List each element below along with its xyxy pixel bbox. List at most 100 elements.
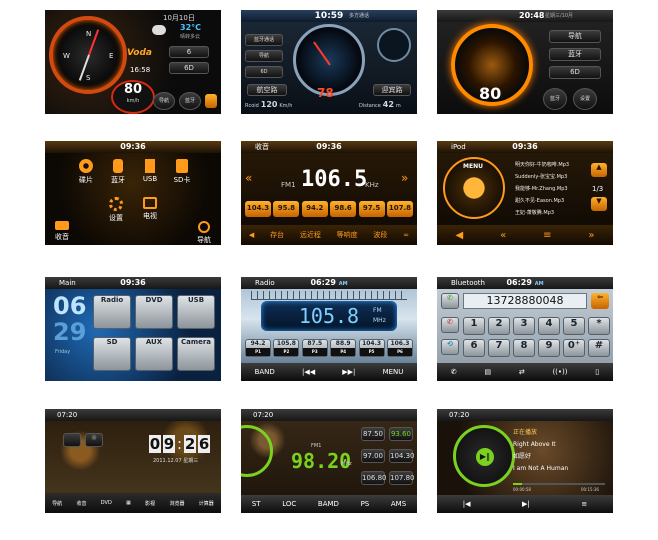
prev-icon[interactable]: |◀◀ — [302, 368, 315, 376]
preset-3[interactable]: 87.5 P3 — [301, 339, 328, 357]
side-btn-3[interactable]: 6D — [245, 66, 283, 78]
key-4[interactable]: 4 — [538, 317, 560, 335]
loc-button[interactable]: LOC — [282, 500, 296, 508]
list-item[interactable]: I am Not A Human — [513, 463, 605, 475]
key-8[interactable]: 8 — [513, 339, 535, 357]
phone-icon[interactable]: ✆ — [451, 368, 457, 376]
app-aux[interactable]: AUX — [135, 337, 173, 371]
click-wheel[interactable]: MENU — [443, 157, 505, 219]
preset-4[interactable]: 104.30 — [389, 449, 415, 463]
sync-button[interactable]: ⟲ — [441, 339, 459, 355]
side-btn-1[interactable]: 蓝牙通话 — [245, 34, 283, 46]
equalizer-icon[interactable]: ≡ — [543, 230, 551, 241]
radio-shortcut[interactable]: 收音 — [47, 221, 77, 242]
key-5[interactable]: 5 — [563, 317, 585, 335]
band-button[interactable]: BAMD — [318, 500, 339, 508]
menu-item-bluetooth[interactable]: 蓝牙 — [105, 159, 131, 185]
ams-button[interactable]: AMS — [391, 500, 406, 508]
list-item[interactable]: 明天你好-牛奶咖啡.Mp3 — [515, 159, 589, 171]
preset-1[interactable]: 87.50 — [361, 427, 385, 441]
dock-video[interactable]: 影视 — [145, 500, 155, 507]
list-item[interactable]: Suddenly-张宝宝.Mp3 — [515, 171, 589, 183]
next-arrow[interactable]: » — [401, 171, 408, 185]
hangup-button[interactable]: ✆ — [441, 317, 459, 333]
preset-6[interactable]: 107.8 — [386, 201, 413, 217]
next-icon[interactable]: ▶| — [522, 500, 530, 508]
side-btn-2[interactable]: 导航 — [245, 50, 283, 62]
home-button[interactable] — [205, 94, 217, 108]
menu-item-disc[interactable]: 碟片 — [73, 159, 99, 185]
prev-icon[interactable]: |◀ — [463, 500, 471, 508]
key-3[interactable]: 3 — [513, 317, 535, 335]
list-item[interactable]: 王妃-萧敬腾.Mp3 — [515, 207, 589, 219]
band-button[interactable]: BAND — [255, 368, 275, 376]
preset-5[interactable]: 97.5 — [358, 201, 385, 217]
bt-button[interactable]: 蓝牙 — [549, 48, 601, 61]
loudness-button[interactable]: 等响度 — [337, 230, 358, 240]
preset-5[interactable]: 104.3 P5 — [358, 339, 385, 357]
list-item[interactable]: 如愿好 — [513, 451, 605, 463]
loop-icon[interactable]: ∞ — [403, 231, 409, 239]
btn-bt[interactable]: 蓝牙 — [179, 92, 201, 110]
equalizer-icon[interactable]: ≡ — [581, 500, 587, 508]
forward-icon[interactable]: » — [588, 230, 594, 241]
transfer-icon[interactable]: ⇄ — [519, 368, 525, 376]
preset-5[interactable]: 106.80 — [361, 471, 387, 485]
progress-bar[interactable] — [513, 483, 605, 485]
menu-button[interactable]: MENU — [383, 368, 404, 376]
device-icon[interactable]: ▯ — [595, 368, 599, 376]
key-1[interactable]: 1 — [463, 317, 485, 335]
save-station-button[interactable]: 存台 — [270, 230, 284, 240]
preset-4[interactable]: 88.9 P4 — [330, 339, 357, 357]
preset-4[interactable]: 98.6 — [330, 201, 357, 217]
dx-button[interactable]: 远近程 — [300, 230, 321, 240]
ps-button[interactable]: PS — [361, 500, 370, 508]
btn-b[interactable]: 6D — [169, 62, 209, 74]
preset-2[interactable]: 93.60 — [389, 427, 413, 441]
app-camera[interactable]: Camera — [177, 337, 215, 371]
preset-1[interactable]: 94.2 P1 — [245, 339, 271, 357]
key-7[interactable]: 7 — [488, 339, 510, 357]
band-button[interactable]: 波段 — [373, 230, 387, 240]
volume-icon[interactable]: ◀ — [249, 231, 254, 239]
menu-item-sd[interactable]: SD卡 — [169, 159, 195, 185]
app-sd[interactable]: SD — [93, 337, 131, 371]
preset-6[interactable]: 107.80 — [389, 471, 415, 485]
list-item[interactable]: 甜久不见-Eason.Mp3 — [515, 195, 589, 207]
right-road-button[interactable]: 迎宾路 — [373, 84, 411, 96]
dock-radio[interactable]: 收音 — [76, 500, 86, 507]
nav-shortcut[interactable]: 导航 — [189, 221, 219, 245]
btn-nav[interactable]: 导航 — [153, 92, 175, 110]
st-button[interactable]: ST — [252, 500, 261, 508]
call-button[interactable]: ✆ — [441, 293, 459, 309]
key-star[interactable]: * — [588, 317, 610, 335]
round-bt-button[interactable]: 蓝牙 — [543, 88, 567, 110]
key-0[interactable]: 0⁺ — [563, 339, 585, 357]
backspace-button[interactable]: ⇦ — [591, 293, 609, 309]
key-2[interactable]: 2 — [488, 317, 510, 335]
next-icon[interactable]: ▶▶| — [342, 368, 355, 376]
scroll-down-button[interactable]: ▼ — [591, 197, 607, 211]
gallery-icon[interactable] — [63, 433, 81, 447]
app-usb[interactable]: USB — [177, 295, 215, 329]
left-road-button[interactable]: 航空路 — [247, 84, 287, 96]
preset-3[interactable]: 94.2 — [301, 201, 328, 217]
contacts-icon[interactable]: ▤ — [484, 368, 491, 376]
list-item[interactable]: Right Above It — [513, 439, 605, 451]
app-dvd[interactable]: DVD — [135, 295, 173, 329]
nav-button[interactable]: 导航 — [549, 30, 601, 43]
preset-2[interactable]: 95.8 — [273, 201, 300, 217]
round-settings-button[interactable]: 设置 — [573, 88, 597, 110]
dock-nav[interactable]: 导航 — [52, 500, 62, 507]
play-pause-button[interactable]: ▶‖ — [476, 448, 494, 466]
signal-icon[interactable]: ((•)) — [552, 368, 567, 376]
menu-item-settings[interactable]: 设置 — [103, 197, 129, 223]
dock-dvd[interactable]: DVD — [101, 500, 112, 506]
menu-item-usb[interactable]: USB — [137, 159, 163, 183]
dock-browser[interactable]: 浏览器 — [169, 500, 184, 507]
btn-a[interactable]: 6 — [169, 46, 209, 58]
brightness-icon[interactable]: ☼ — [85, 433, 103, 447]
preset-3[interactable]: 97.00 — [361, 449, 385, 463]
app-radio[interactable]: Radio — [93, 295, 131, 329]
key-hash[interactable]: # — [588, 339, 610, 357]
